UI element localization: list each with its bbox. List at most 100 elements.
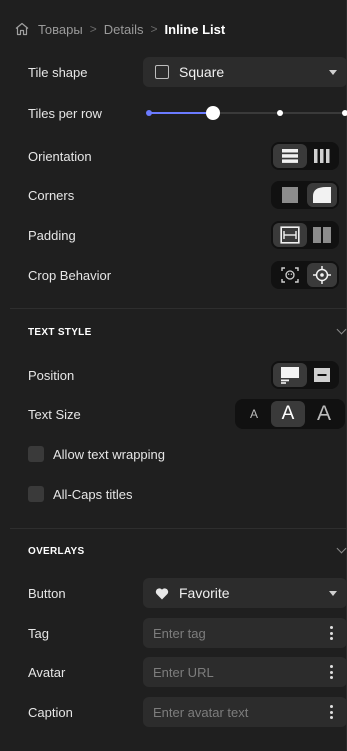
all-caps-titles-label: All-Caps titles <box>53 486 133 502</box>
checkbox-box[interactable] <box>28 486 44 502</box>
text-size-label: Text Size <box>28 406 81 422</box>
text-size-large-option[interactable]: A <box>305 401 343 427</box>
caption-row: Caption Enter avatar text <box>0 692 347 732</box>
overlay-button-value: Favorite <box>179 585 230 601</box>
allow-text-wrapping-checkbox[interactable]: Allow text wrapping <box>28 446 165 462</box>
caption-input[interactable]: Enter avatar text <box>143 697 347 727</box>
corners-toggle <box>271 181 339 209</box>
more-options-icon[interactable] <box>330 705 333 719</box>
text-size-medium-label: A <box>281 403 295 424</box>
text-size-row: Text Size A A A <box>0 394 347 434</box>
heart-icon <box>155 587 169 599</box>
overlays-section-title: OVERLAYS <box>28 545 85 557</box>
text-size-small-label: A <box>249 407 258 421</box>
text-below-icon <box>281 367 299 384</box>
orientation-toggle <box>271 142 339 170</box>
crop-behavior-row: Crop Behavior <box>0 255 347 295</box>
tag-input[interactable]: Enter tag <box>143 618 347 648</box>
all-caps-titles-checkbox[interactable]: All-Caps titles <box>28 486 132 502</box>
more-options-icon[interactable] <box>330 665 333 679</box>
crop-behavior-label: Crop Behavior <box>28 267 112 283</box>
slider-stop <box>342 110 347 116</box>
overlay-button-label: Button <box>28 585 66 601</box>
corners-label: Corners <box>28 187 75 203</box>
rows-icon <box>282 149 298 163</box>
tiles-per-row-label: Tiles per row <box>28 105 102 121</box>
orientation-rows-option[interactable] <box>273 144 307 168</box>
text-overlay-icon <box>314 368 330 382</box>
no-padding-icon <box>313 227 331 243</box>
overlay-button-select[interactable]: Favorite <box>143 578 347 608</box>
rounded-corner-icon <box>313 187 331 203</box>
section-divider <box>10 528 347 529</box>
overlay-button-row: Button Favorite <box>0 573 347 613</box>
text-style-section-header[interactable]: TEXT STYLE <box>0 312 347 352</box>
text-size-small-option[interactable]: A <box>237 401 271 427</box>
chevron-down-icon <box>329 590 337 596</box>
corners-row: Corners <box>0 175 347 215</box>
tile-shape-row: Tile shape Square <box>0 52 347 92</box>
breadcrumb-item-products[interactable]: Товары <box>38 22 83 37</box>
text-size-medium-option[interactable]: A <box>271 401 305 427</box>
avatar-row: Avatar Enter URL <box>0 652 347 692</box>
avatar-placeholder: Enter URL <box>153 664 214 680</box>
chevron-down-icon <box>336 324 347 335</box>
padding-toggle <box>271 221 339 249</box>
square-corner-icon <box>282 187 298 203</box>
more-options-icon[interactable] <box>330 626 333 640</box>
breadcrumb: Товары > Details > Inline List <box>0 0 347 58</box>
caption-placeholder: Enter avatar text <box>153 704 249 720</box>
breadcrumb-item-details[interactable]: Details <box>104 22 144 37</box>
text-position-row: Position <box>0 355 347 395</box>
crop-face-option[interactable] <box>273 263 307 287</box>
text-position-toggle <box>271 361 339 389</box>
tile-shape-value: Square <box>179 64 225 80</box>
corners-rounded-option[interactable] <box>307 183 337 207</box>
slider-stop <box>146 110 152 116</box>
text-size-toggle: A A A <box>235 399 345 429</box>
crosshair-icon <box>313 266 331 284</box>
tag-placeholder: Enter tag <box>153 625 206 641</box>
settings-panel: Товары > Details > Inline List Tile shap… <box>0 0 347 751</box>
crop-focal-option[interactable] <box>307 263 337 287</box>
padding-row: Padding <box>0 215 347 255</box>
chevron-down-icon <box>336 543 347 554</box>
home-icon[interactable] <box>14 21 30 37</box>
slider-track-fill <box>147 112 215 114</box>
avatar-url-input[interactable]: Enter URL <box>143 657 347 687</box>
padding-off-option[interactable] <box>307 223 337 247</box>
text-style-section-title: TEXT STYLE <box>28 326 92 338</box>
caption-label: Caption <box>28 704 73 720</box>
tiles-per-row-slider[interactable] <box>146 103 347 123</box>
tag-row: Tag Enter tag <box>0 613 347 653</box>
text-size-large-label: A <box>316 402 331 425</box>
text-below-option[interactable] <box>273 363 307 387</box>
columns-icon <box>314 149 330 163</box>
allow-text-wrapping-label: Allow text wrapping <box>53 446 165 462</box>
slider-stop <box>277 110 283 116</box>
padding-label: Padding <box>28 227 76 243</box>
tile-shape-select[interactable]: Square <box>143 57 347 87</box>
section-divider <box>10 308 347 309</box>
avatar-label: Avatar <box>28 664 66 680</box>
tiles-per-row-row: Tiles per row <box>0 93 347 133</box>
slider-handle[interactable] <box>206 106 220 120</box>
padding-horizontal-icon <box>280 226 300 244</box>
orientation-columns-option[interactable] <box>307 144 337 168</box>
breadcrumb-separator-icon: > <box>89 22 97 36</box>
corners-square-option[interactable] <box>273 183 307 207</box>
overlays-section-header[interactable]: OVERLAYS <box>0 531 347 571</box>
orientation-label: Orientation <box>28 148 92 164</box>
crop-behavior-toggle <box>271 261 339 289</box>
face-detect-icon <box>281 267 299 283</box>
chevron-down-icon <box>329 69 337 75</box>
text-overlay-option[interactable] <box>307 363 337 387</box>
square-shape-icon <box>155 65 169 79</box>
padding-on-option[interactable] <box>273 223 307 247</box>
tile-shape-label: Tile shape <box>28 64 88 80</box>
breadcrumb-current: Inline List <box>164 21 226 37</box>
tag-label: Tag <box>28 625 49 641</box>
checkbox-box[interactable] <box>28 446 44 462</box>
orientation-row: Orientation <box>0 136 347 176</box>
breadcrumb-separator-icon: > <box>150 22 158 36</box>
